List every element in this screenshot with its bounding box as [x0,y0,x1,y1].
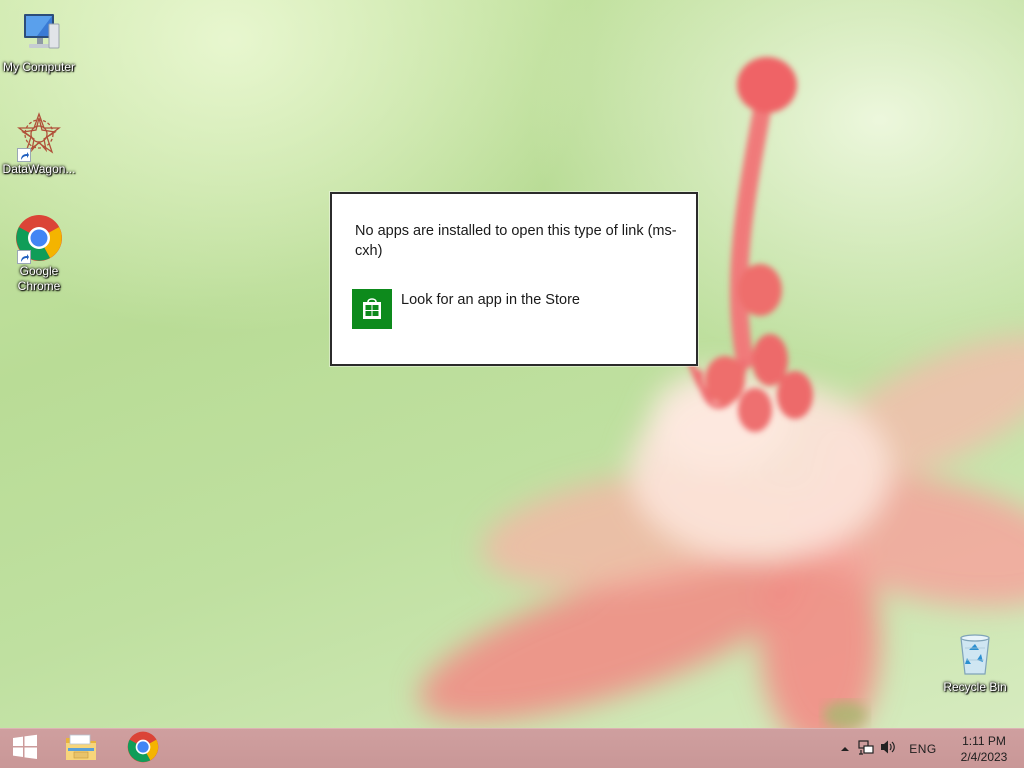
clock-date: 2/4/2023 [960,750,1008,764]
folder-icon [64,732,98,767]
desktop-icon-label: Google Chrome [17,264,61,293]
datawagon-icon [15,112,63,162]
volume-icon [879,739,897,760]
shortcut-arrow-icon [17,148,31,162]
clock[interactable]: 1:11 PM 2/4/2023 [946,729,1022,769]
network-button[interactable] [856,729,876,769]
volume-button[interactable] [877,729,899,769]
desktop-icon-label: Recycle Bin [943,680,1007,694]
desktop-icon-datawagon[interactable]: DataWagon... [0,112,79,177]
start-button[interactable] [0,729,50,769]
desktop-icon-recycle-bin[interactable]: Recycle Bin [935,630,1015,695]
no-apps-dialog: No apps are installed to open this type … [330,192,698,366]
language-indicator[interactable]: ENG [906,729,940,769]
desktop-icon-label: DataWagon... [2,162,76,176]
desktop-icon-my-computer[interactable]: My Computer [0,10,79,75]
chevron-up-icon [840,740,850,758]
computer-icon [15,10,63,58]
windows-logo-icon [12,734,38,765]
system-tray: ENG 1:11 PM 2/4/2023 [834,729,1024,769]
desktop-icon-google-chrome[interactable]: Google Chrome [0,214,79,294]
taskbar-file-explorer-button[interactable] [56,729,106,769]
dialog-message: No apps are installed to open this type … [355,223,677,259]
desktop-icon-label: My Computer [2,60,76,74]
clock-time: 1:11 PM [962,734,1006,748]
recycle-bin-icon [951,630,999,678]
chrome-icon [15,214,63,264]
chrome-icon [127,731,159,768]
taskbar-chrome-button[interactable] [117,729,169,769]
store-icon [352,289,392,329]
show-hidden-icons-button[interactable] [834,729,856,769]
desktop: My Computer DataWagon... Google Chrome R… [0,0,1024,728]
taskbar: ENG 1:11 PM 2/4/2023 [0,728,1024,768]
network-icon [858,739,874,760]
shortcut-arrow-icon [17,250,31,264]
look-for-app-in-store-option[interactable]: Look for an app in the Store [352,289,672,331]
store-option-label: Look for an app in the Store [401,292,580,308]
